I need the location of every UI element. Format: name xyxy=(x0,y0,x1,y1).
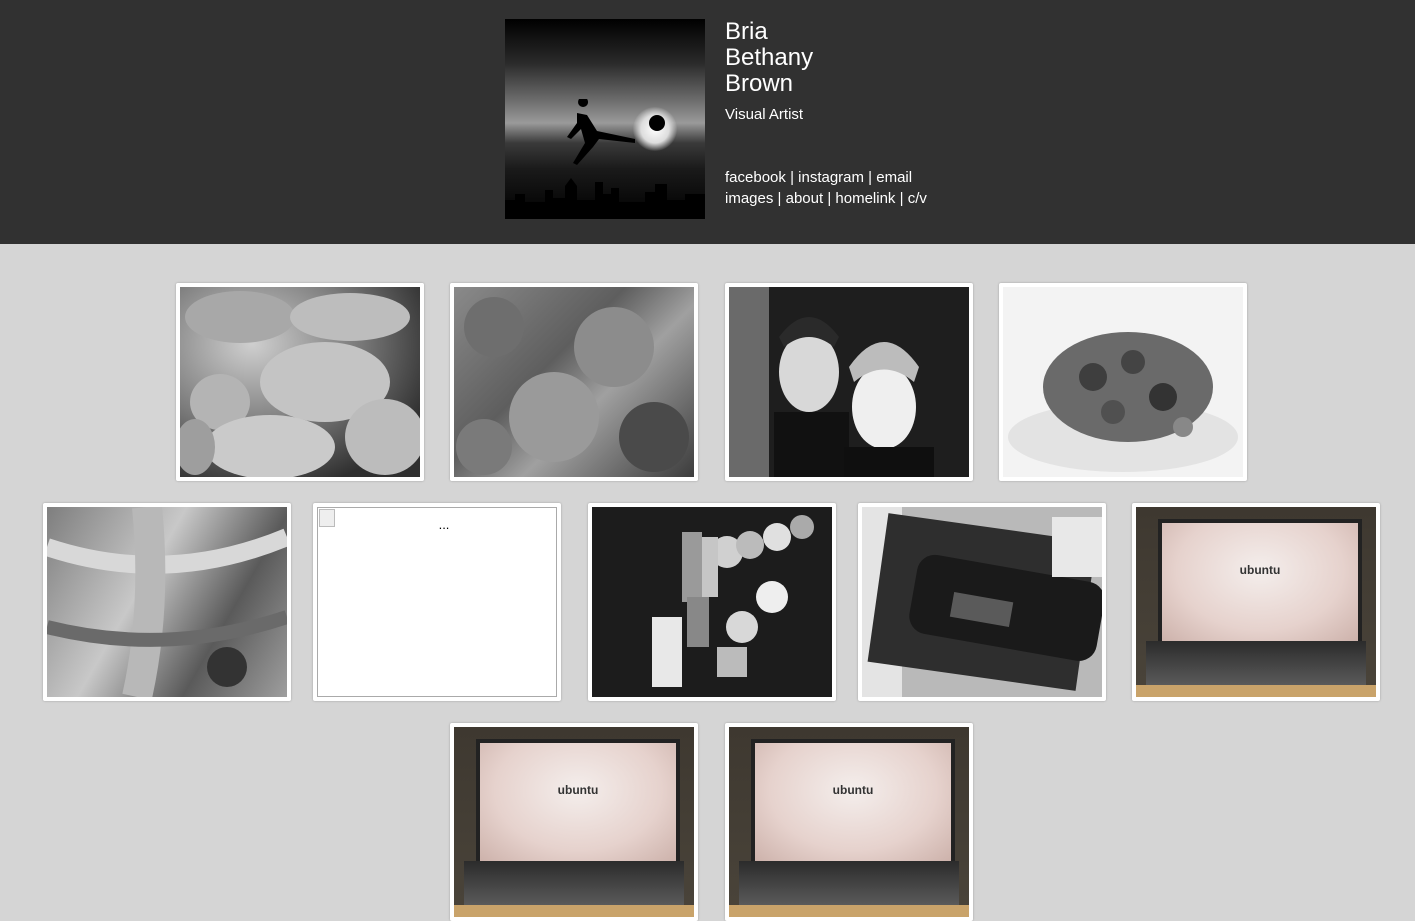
ubuntu-laptop-image: ubuntu xyxy=(1136,507,1376,697)
link-separator: | xyxy=(777,190,786,207)
cv-link[interactable]: c/v xyxy=(908,190,927,207)
leaf-texture-image xyxy=(456,297,689,475)
ubuntu-logo-text: ubuntu xyxy=(832,783,874,797)
nav-links-row: images | about | homelink | c/v xyxy=(725,188,927,209)
city-skyline xyxy=(505,178,705,219)
laptop-keyboard xyxy=(464,861,684,905)
sony-walkman-image xyxy=(862,507,1102,697)
gallery-thumb-couple[interactable] xyxy=(725,283,973,481)
laptop-screen: ubuntu xyxy=(751,739,955,865)
ubuntu-logo-text: ubuntu xyxy=(1239,563,1281,577)
ubuntu-logo-text: ubuntu xyxy=(557,783,599,797)
gallery-thumb-bread[interactable] xyxy=(176,283,424,481)
gallery-thumb-wood[interactable] xyxy=(43,503,291,701)
laptop-keyboard xyxy=(1146,641,1366,685)
name-last: Brown xyxy=(725,70,794,97)
links-block: facebook | instagram | email images | ab… xyxy=(725,167,927,209)
laptop-keyboard xyxy=(739,861,959,905)
name-first: Bria xyxy=(725,18,768,45)
kicking-figure-silhouette xyxy=(567,99,635,165)
gallery-thumb-leaves[interactable] xyxy=(450,283,698,481)
gallery-thumb-ubuntu-3[interactable]: ubuntu xyxy=(725,723,973,921)
artist-name: Bria Bethany Brown xyxy=(725,19,813,97)
images-link[interactable]: images xyxy=(725,190,773,207)
link-separator: | xyxy=(790,169,799,186)
homelink-link[interactable]: homelink xyxy=(835,190,895,207)
ubuntu-laptop-image: ubuntu xyxy=(729,727,969,917)
email-link[interactable]: email xyxy=(876,169,912,186)
social-links-row: facebook | instagram | email xyxy=(725,167,927,188)
gallery-thumb-broken[interactable]: ... xyxy=(313,503,561,701)
table-surface xyxy=(729,905,969,917)
broken-image-alt: ... xyxy=(438,517,450,532)
ubuntu-laptop-image: ubuntu xyxy=(454,727,694,917)
header: Bria Bethany Brown Visual Artist faceboo… xyxy=(0,0,1415,244)
bread-loaves-image xyxy=(180,291,420,477)
gallery-thumb-ubuntu-2[interactable]: ubuntu xyxy=(450,723,698,921)
gallery-thumb-ubuntu-1[interactable]: ubuntu xyxy=(1132,503,1380,701)
table-surface xyxy=(454,905,694,917)
wood-texture-image xyxy=(47,507,287,697)
ball xyxy=(649,115,665,131)
salad-plate-image xyxy=(1003,287,1243,477)
instagram-link[interactable]: instagram xyxy=(798,169,864,186)
gallery-thumb-walkman[interactable] xyxy=(858,503,1106,701)
couple-portrait-image xyxy=(729,287,969,477)
about-link[interactable]: about xyxy=(786,190,824,207)
facebook-link[interactable]: facebook xyxy=(725,169,786,186)
laptop-screen: ubuntu xyxy=(1158,519,1362,645)
broken-image-frame xyxy=(317,507,557,697)
gallery-thumb-salad[interactable] xyxy=(999,283,1247,481)
artist-role: Visual Artist xyxy=(725,106,804,123)
link-separator: | xyxy=(899,190,908,207)
gallery-thumb-signs[interactable] xyxy=(588,503,836,701)
name-middle: Bethany xyxy=(725,44,814,71)
laptop-screen: ubuntu xyxy=(476,739,680,865)
profile-photo xyxy=(505,19,705,219)
bar-signs-image xyxy=(592,507,832,697)
table-surface xyxy=(1136,685,1376,697)
